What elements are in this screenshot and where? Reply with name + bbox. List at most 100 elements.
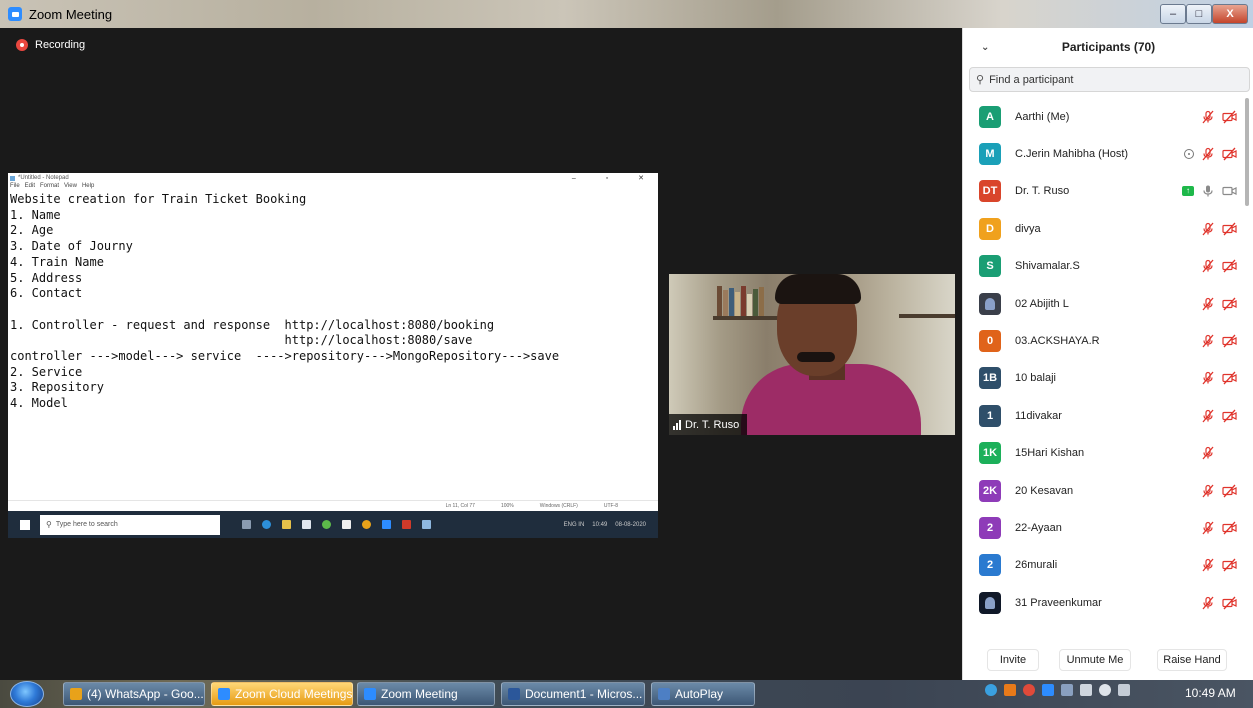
participant-search-input[interactable] — [989, 73, 1230, 86]
app-icon-red — [402, 520, 411, 529]
video-tile[interactable]: Dr. T. Ruso — [669, 274, 955, 435]
notepad-line: 3. Repository — [10, 380, 104, 395]
participant-avatar-photo — [979, 591, 1001, 614]
participant-row[interactable]: 31 Praveenkumar — [963, 584, 1243, 621]
participant-row[interactable]: S Shivamalar.S — [963, 248, 1243, 285]
app-icon-green — [322, 520, 331, 529]
notepad-line: 5. Address — [10, 270, 83, 285]
taskbar-button[interactable]: Zoom Cloud Meetings — [211, 682, 353, 706]
taskbar-button[interactable]: Zoom Meeting — [357, 682, 495, 706]
participant-name: 20 Kesavan — [1015, 484, 1074, 497]
windows-taskbar: (4) WhatsApp - Goo... Zoom Cloud Meetings… — [0, 680, 1253, 708]
participant-status-icons — [1201, 371, 1237, 385]
participant-avatar-photo — [979, 292, 1001, 315]
chrome-icon — [362, 520, 371, 529]
participant-avatar: M — [979, 143, 1001, 166]
participant-avatar: 0 — [979, 330, 1001, 353]
mic-muted-icon — [1201, 558, 1215, 572]
notepad-titlebar: *Untitled - Notepad – ▫ ✕ — [8, 173, 658, 183]
video-off-icon — [1222, 371, 1237, 385]
taskbar-app-icon — [658, 688, 670, 700]
tray-icon-flag[interactable] — [1061, 684, 1073, 696]
participant-row[interactable]: 1K 15Hari Kishan — [963, 435, 1243, 472]
taskbar-button[interactable]: Document1 - Micros... — [501, 682, 645, 706]
participant-search[interactable]: ⚲ — [969, 67, 1250, 92]
participant-row[interactable]: 1 11divakar — [963, 397, 1243, 434]
invite-button[interactable]: Invite — [987, 649, 1039, 671]
video-off-icon — [1222, 409, 1237, 423]
participant-row[interactable]: 2K 20 Kesavan — [963, 472, 1243, 509]
notepad-line: 3. Date of Journy — [10, 239, 133, 254]
taskbar-button[interactable]: (4) WhatsApp - Goo... — [63, 682, 205, 706]
tray-icon-mail[interactable] — [1004, 684, 1016, 696]
start-button[interactable] — [10, 681, 44, 707]
scrollbar-thumb[interactable] — [1245, 98, 1249, 206]
taskbar-button[interactable]: AutoPlay — [651, 682, 755, 706]
participant-row[interactable]: A Aarthi (Me) — [963, 98, 1243, 135]
participant-avatar: D — [979, 217, 1001, 240]
explorer-icon — [282, 520, 291, 529]
participant-row[interactable]: DT Dr. T. Ruso ↑ — [963, 173, 1243, 210]
participant-row[interactable]: 0 03.ACKSHAYA.R — [963, 322, 1243, 359]
screen-share-icon: ↑ — [1182, 186, 1194, 197]
signal-strength-icon — [673, 419, 681, 430]
shared-taskbar: ⚲ Type here to search ENG IN 10:49 08-08… — [8, 511, 658, 538]
status-position: Ln 11, Col 77 — [445, 502, 475, 509]
participant-status-icons — [1201, 446, 1237, 460]
participant-avatar: 2 — [979, 554, 1001, 577]
recording-indicator[interactable]: Recording — [16, 39, 85, 51]
raise-hand-button[interactable]: Raise Hand — [1157, 649, 1227, 671]
maximize-button[interactable]: □ — [1186, 4, 1212, 24]
participant-list-scrollbar[interactable] — [1243, 98, 1251, 638]
chevron-down-icon[interactable]: ⌄ — [981, 42, 989, 53]
participant-row[interactable]: M C.Jerin Mahibha (Host) — [963, 135, 1243, 172]
edge-icon — [262, 520, 271, 529]
network-icon[interactable] — [1118, 684, 1130, 696]
taskbar-button-label: Zoom Meeting — [381, 687, 458, 701]
notepad-text: Website creation for Train Ticket Bookin… — [8, 192, 658, 412]
participant-status-icons — [1201, 334, 1237, 348]
close-button[interactable]: X — [1212, 4, 1248, 24]
participant-avatar: 2 — [979, 517, 1001, 540]
participant-status-icons — [1201, 521, 1237, 535]
mic-muted-icon — [1201, 446, 1215, 460]
taskbar-button-label: Zoom Cloud Meetings — [235, 687, 353, 701]
taskbar-clock[interactable]: 10:49 AM — [1185, 686, 1236, 700]
mic-muted-icon — [1201, 259, 1215, 273]
participant-status-icons — [1184, 147, 1237, 161]
notepad-line: 1. Controller - request and response htt… — [10, 317, 495, 332]
windows-start-icon — [20, 519, 30, 530]
participant-name: Dr. T. Ruso — [1015, 185, 1070, 198]
status-zoom: 100% — [500, 502, 514, 509]
participant-row[interactable]: 2 22-Ayaan — [963, 509, 1243, 546]
record-status-icon — [1184, 149, 1194, 160]
taskbar-app-icon — [218, 688, 230, 700]
shared-time: 10:49 — [592, 521, 608, 528]
tray-icon-zoom[interactable] — [1042, 684, 1054, 696]
participant-status-icons — [1201, 558, 1237, 572]
shared-tray: ENG IN 10:49 08-08-2020 — [564, 522, 646, 528]
taskbar-button-label: (4) WhatsApp - Goo... — [87, 687, 204, 701]
unmute-me-button[interactable]: Unmute Me — [1059, 649, 1131, 671]
notepad-menu-item: Help — [81, 183, 95, 189]
mic-icon — [1201, 184, 1215, 198]
minimize-button[interactable]: – — [1160, 4, 1186, 24]
app-icon-white — [342, 520, 351, 529]
taskbar-button-label: AutoPlay — [675, 687, 724, 701]
participant-row[interactable]: Ddivya — [963, 210, 1243, 247]
video-off-icon — [1222, 484, 1237, 498]
mic-muted-icon — [1201, 334, 1215, 348]
participant-row[interactable]: 02 Abijith L — [963, 285, 1243, 322]
tray-icon-sync[interactable] — [1023, 684, 1035, 696]
participant-avatar: 1B — [979, 367, 1001, 390]
meeting-stage: Recording *Untitled - Notepad – ▫ ✕ File… — [0, 28, 962, 680]
participant-row[interactable]: 1B 10 balaji — [963, 360, 1243, 397]
notepad-icon — [10, 175, 15, 181]
notepad-line: controller --->model---> service ---->re… — [10, 349, 560, 364]
participant-row[interactable]: 2 26murali — [963, 547, 1243, 584]
participant-name: C.Jerin Mahibha (Host) — [1015, 148, 1129, 161]
tray-icon-power[interactable] — [1080, 684, 1092, 696]
tray-icon-help[interactable] — [985, 684, 997, 696]
volume-icon[interactable] — [1099, 684, 1111, 696]
mic-muted-icon — [1201, 222, 1215, 236]
